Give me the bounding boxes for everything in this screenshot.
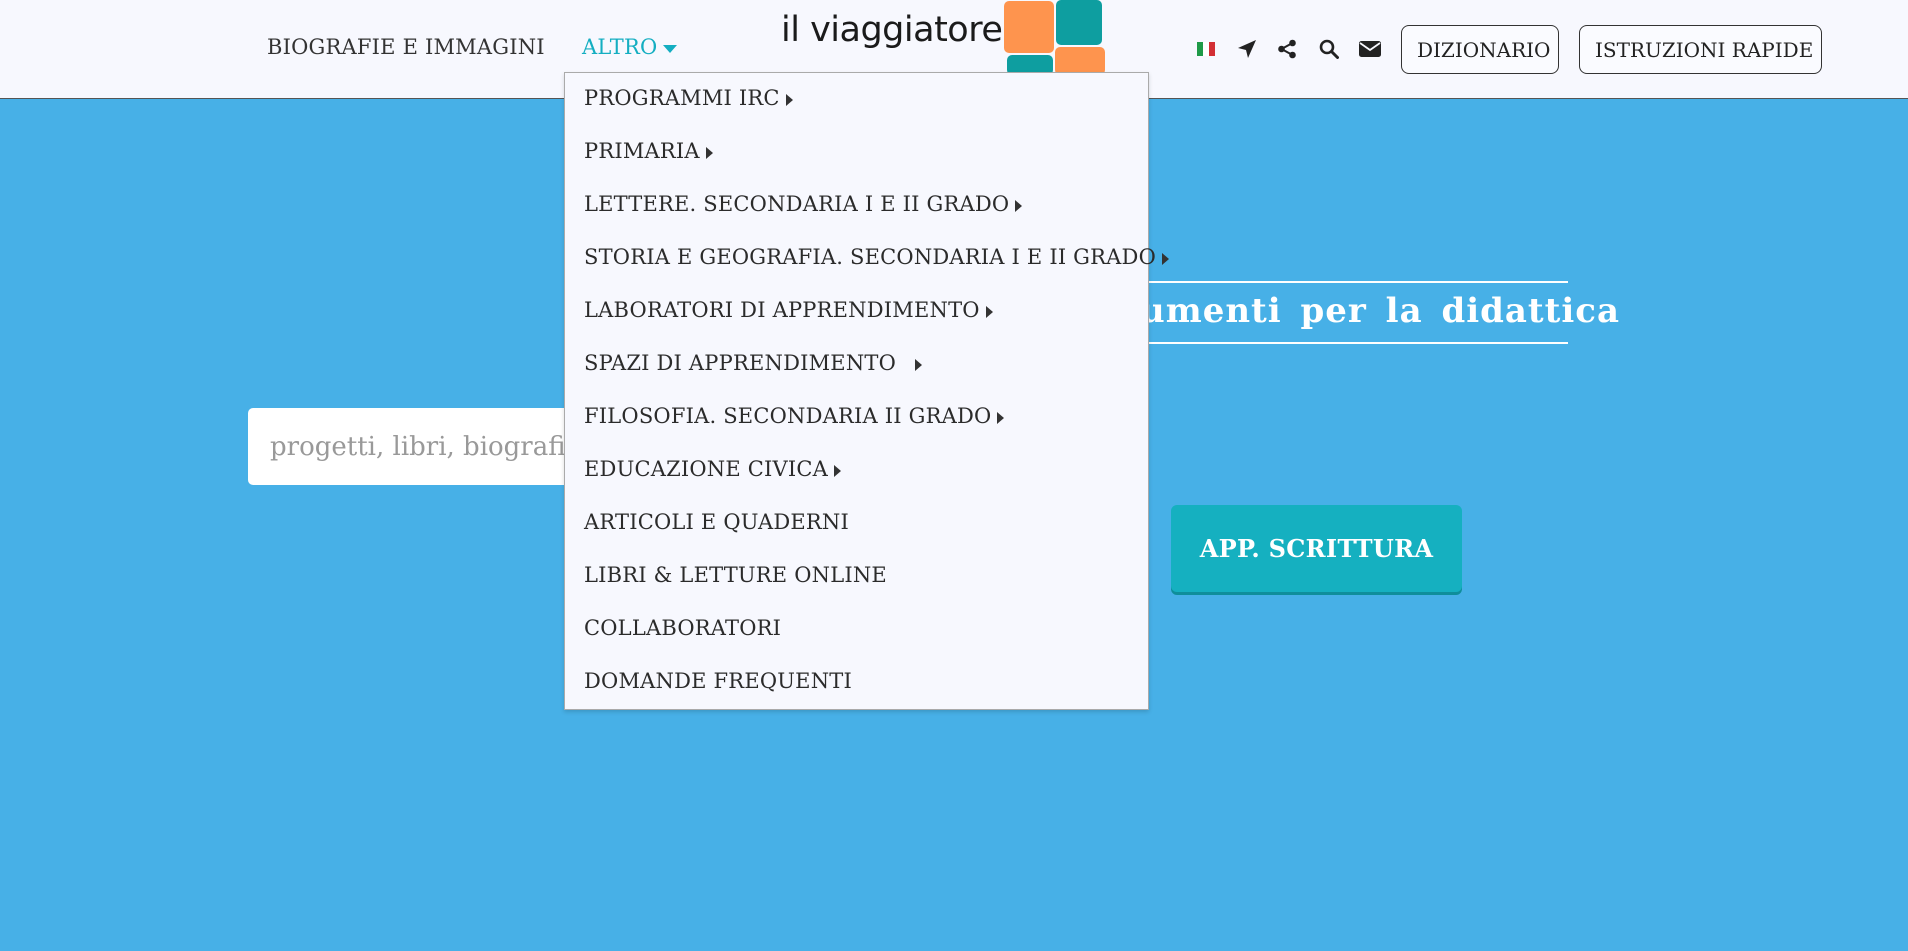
nav-altro[interactable]: ALTRO <box>582 35 678 59</box>
hero-title: umenti per la didattica <box>1140 291 1620 331</box>
italian-flag-icon[interactable] <box>1197 42 1215 56</box>
caret-right-icon <box>1162 252 1169 265</box>
search-input[interactable] <box>248 408 608 485</box>
app-scrittura-button[interactable]: APP. SCRITTURA <box>1171 505 1462 592</box>
altro-dropdown-menu: PROGRAMMI IRC PRIMARIA LETTERE. SECONDAR… <box>564 72 1169 710</box>
dropdown-item-filosofia[interactable]: FILOSOFIA. SECONDARIA II GRADO <box>584 404 1005 428</box>
envelope-icon[interactable] <box>1359 38 1381 60</box>
caret-right-icon <box>785 93 793 106</box>
dropdown-item-label: LETTERE. SECONDARIA I E II GRADO <box>584 192 1010 216</box>
dropdown-item-label: SPAZI DI APPRENDIMENTO <box>584 351 903 375</box>
dropdown-item-storia-e-geografia[interactable]: STORIA E GEOGRAFIA. SECONDARIA I E II GR… <box>584 245 1169 269</box>
dropdown-item-label: EDUCAZIONE CIVICA <box>584 457 829 481</box>
caret-right-icon <box>914 358 922 371</box>
dropdown-item-label: PROGRAMMI IRC <box>584 86 780 110</box>
dropdown-item-domande-frequenti[interactable]: DOMANDE FREQUENTI <box>584 669 852 693</box>
dropdown-item-libri[interactable]: LIBRI & LETTURE ONLINE <box>584 563 887 587</box>
dropdown-item-label: PRIMARIA <box>584 139 700 163</box>
dropdown-item-educazione-civica[interactable]: EDUCAZIONE CIVICA <box>584 457 842 481</box>
nav-altro-label: ALTRO <box>582 35 658 59</box>
dropdown-item-articoli[interactable]: ARTICOLI E QUADERNI <box>584 510 849 534</box>
caret-right-icon <box>834 464 842 477</box>
share-icon[interactable] <box>1276 38 1298 60</box>
dropdown-item-label: FILOSOFIA. SECONDARIA II GRADO <box>584 404 992 428</box>
nav-biografie-e-immagini[interactable]: BIOGRAFIE E IMMAGINI <box>267 35 545 59</box>
dropdown-item-primaria[interactable]: PRIMARIA <box>584 139 713 163</box>
dropdown-item-spazi[interactable]: SPAZI DI APPRENDIMENTO <box>584 351 922 375</box>
caret-right-icon <box>1015 199 1023 212</box>
dropdown-item-label: LABORATORI DI APPRENDIMENTO <box>584 298 980 322</box>
dropdown-item-lettere[interactable]: LETTERE. SECONDARIA I E II GRADO <box>584 192 1023 216</box>
location-arrow-icon[interactable] <box>1236 38 1258 60</box>
caret-right-icon <box>705 146 713 159</box>
caret-right-icon <box>997 411 1005 424</box>
dropdown-item-programmi-irc[interactable]: PROGRAMMI IRC <box>584 86 793 110</box>
caret-right-icon <box>985 305 993 318</box>
caret-down-icon <box>663 44 678 53</box>
istruzioni-rapide-button[interactable]: ISTRUZIONI RAPIDE <box>1579 25 1822 74</box>
search-icon[interactable] <box>1318 38 1340 60</box>
site-logo-icon[interactable] <box>1003 0 1105 75</box>
dropdown-item-laboratori[interactable]: LABORATORI DI APPRENDIMENTO <box>584 298 993 322</box>
dropdown-item-collaboratori[interactable]: COLLABORATORI <box>584 616 781 640</box>
dizionario-button[interactable]: DIZIONARIO <box>1401 25 1559 74</box>
dropdown-item-label: STORIA E GEOGRAFIA. SECONDARIA I E II GR… <box>584 245 1156 269</box>
site-logo-text[interactable]: il viaggiatore <box>781 10 1003 50</box>
